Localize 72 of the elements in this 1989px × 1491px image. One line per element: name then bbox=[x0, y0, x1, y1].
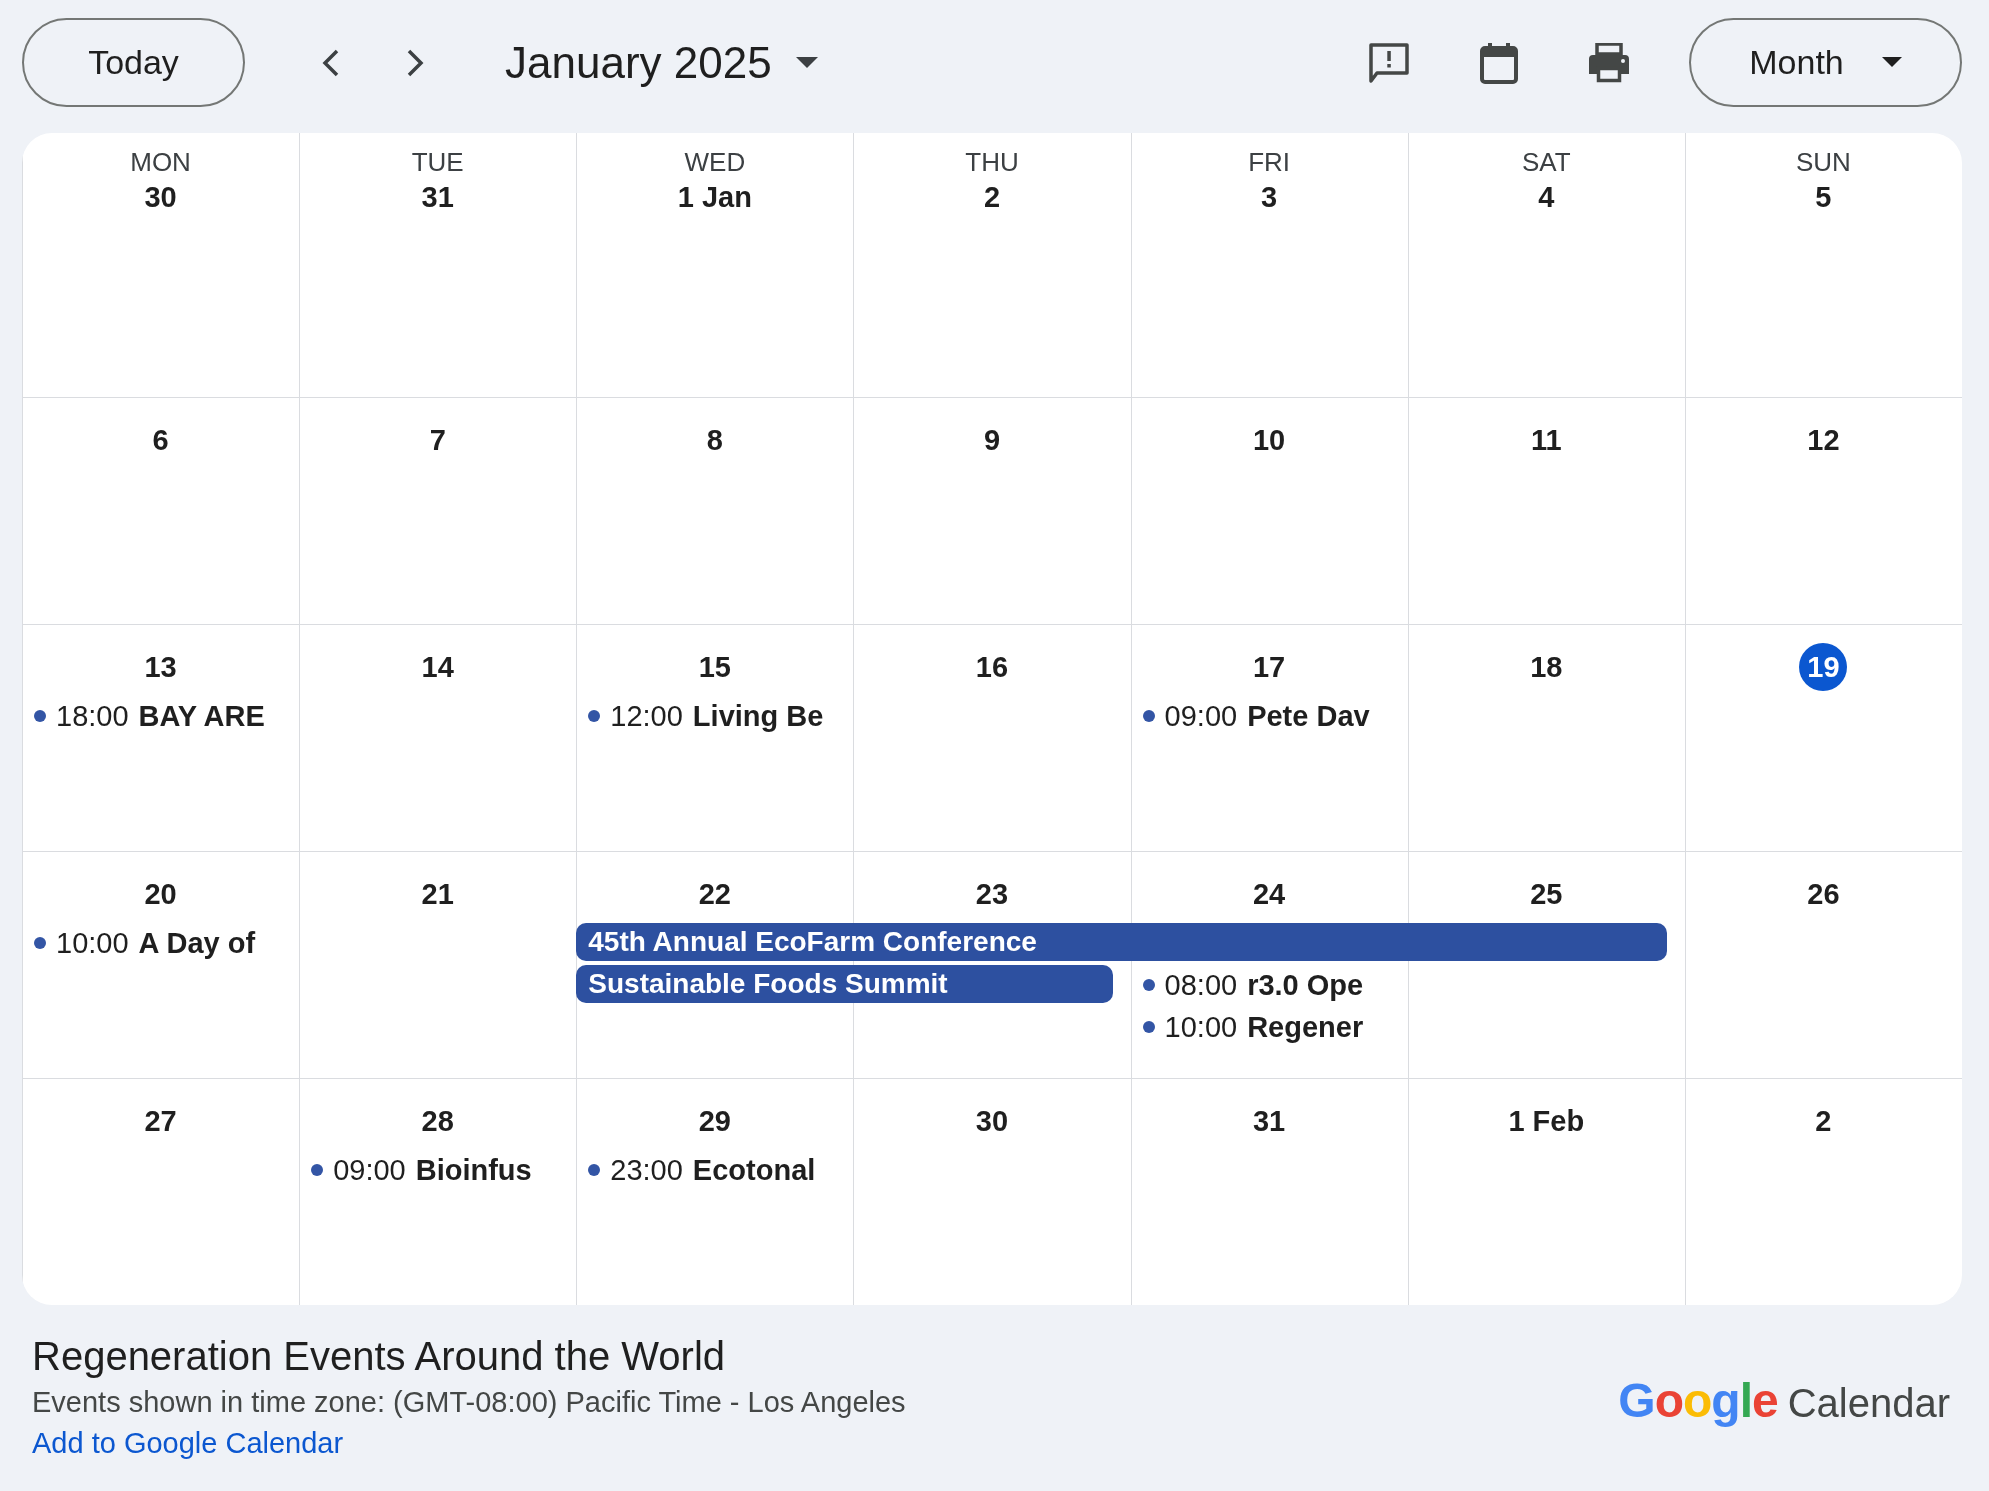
day-number[interactable]: 21 bbox=[413, 870, 462, 918]
day-number[interactable]: 15 bbox=[690, 643, 739, 691]
day-number[interactable]: 9 bbox=[968, 416, 1016, 464]
day-number[interactable]: 4 bbox=[1522, 179, 1571, 215]
day-number[interactable]: 12 bbox=[1799, 416, 1848, 464]
event-entry[interactable]: 23:00 Ecotonal bbox=[576, 1149, 854, 1191]
day-number[interactable]: 23 bbox=[968, 870, 1016, 918]
calendar-title: Regeneration Events Around the World bbox=[32, 1333, 726, 1380]
event-entry[interactable]: 10:00 A Day of bbox=[22, 922, 300, 964]
day-number[interactable]: 30 bbox=[136, 179, 185, 215]
month-picker[interactable]: January 2025 bbox=[505, 37, 818, 88]
event-dot-icon bbox=[34, 710, 46, 722]
event-entry[interactable]: 09:00 Bioinfus bbox=[299, 1149, 577, 1191]
event-dot-icon bbox=[1142, 979, 1155, 991]
event-dot-icon bbox=[588, 1164, 601, 1176]
timezone-note: Events shown in time zone: (GMT-08:00) Pacific Time - Los Angeles bbox=[32, 1385, 906, 1420]
event-dot-icon bbox=[34, 937, 46, 949]
event-dot-icon bbox=[588, 710, 601, 722]
day-number[interactable]: 2 bbox=[968, 179, 1016, 215]
event-entry[interactable]: 08:00 r3.0 Ope bbox=[1130, 964, 1408, 1006]
day-number[interactable]: 27 bbox=[136, 1097, 185, 1145]
day-number[interactable]: 8 bbox=[690, 416, 739, 464]
day-number[interactable]: 17 bbox=[1245, 643, 1294, 691]
day-number[interactable]: 7 bbox=[413, 416, 462, 464]
day-number[interactable]: 6 bbox=[136, 416, 185, 464]
event-entry[interactable]: 18:00 BAY ARE bbox=[22, 695, 300, 737]
event-dot-icon bbox=[311, 1164, 324, 1176]
weekday-label: SAT bbox=[1521, 146, 1571, 179]
event-dot-icon bbox=[1142, 710, 1155, 722]
weekday-label: MON bbox=[130, 146, 191, 179]
weekday-label: TUE bbox=[411, 146, 464, 179]
day-number[interactable]: 29 bbox=[690, 1097, 739, 1145]
day-number[interactable]: 1 Feb bbox=[1508, 1097, 1585, 1145]
caret-down-icon bbox=[795, 56, 818, 69]
printer-icon bbox=[1587, 42, 1631, 83]
day-number[interactable]: 14 bbox=[413, 643, 462, 691]
weekday-label: THU bbox=[965, 146, 1019, 179]
day-number[interactable]: 28 bbox=[413, 1097, 462, 1145]
caret-down-icon bbox=[1881, 57, 1902, 68]
feedback-icon bbox=[1367, 40, 1411, 85]
event-entry[interactable]: 10:00 Regener bbox=[1130, 1006, 1408, 1048]
event-entry[interactable]: 09:00 Pete Dav bbox=[1130, 695, 1408, 737]
day-number[interactable]: 13 bbox=[136, 643, 185, 691]
day-number[interactable]: 2 bbox=[1799, 1097, 1848, 1145]
day-number[interactable]: 1 Jan bbox=[677, 179, 752, 215]
view-dropdown[interactable]: Month bbox=[1689, 18, 1962, 107]
day-number[interactable]: 26 bbox=[1799, 870, 1848, 918]
event-bar[interactable]: 45th Annual EcoFarm Conference bbox=[576, 923, 1667, 961]
day-number[interactable]: 20 bbox=[136, 870, 185, 918]
google-calendar-logo[interactable]: Google Calendar bbox=[1618, 1373, 1950, 1428]
day-number[interactable]: 18 bbox=[1522, 643, 1571, 691]
calendar-icon bbox=[1479, 41, 1519, 84]
day-number[interactable]: 25 bbox=[1522, 870, 1571, 918]
weekday-label: SUN bbox=[1795, 146, 1851, 179]
day-number[interactable]: 31 bbox=[413, 179, 462, 215]
add-to-calendar-link[interactable]: Add to Google Calendar bbox=[32, 1423, 344, 1463]
day-number[interactable]: 30 bbox=[968, 1097, 1016, 1145]
day-number[interactable]: 16 bbox=[968, 643, 1016, 691]
day-number[interactable]: 5 bbox=[1799, 179, 1848, 215]
day-number[interactable]: 24 bbox=[1245, 870, 1294, 918]
day-number[interactable]: 31 bbox=[1245, 1097, 1294, 1145]
day-number[interactable]: 22 bbox=[690, 870, 739, 918]
event-dot-icon bbox=[1142, 1021, 1155, 1033]
day-number[interactable]: 3 bbox=[1245, 179, 1294, 215]
day-number[interactable]: 10 bbox=[1245, 416, 1294, 464]
weekday-label: WED bbox=[684, 146, 746, 179]
day-number[interactable]: 19 bbox=[1799, 643, 1848, 691]
event-bar[interactable]: Sustainable Foods Summit bbox=[576, 965, 1113, 1003]
weekday-label: FRI bbox=[1248, 146, 1291, 179]
today-button[interactable]: Today bbox=[22, 18, 245, 107]
event-entry[interactable]: 12:00 Living Be bbox=[576, 695, 854, 737]
day-number[interactable]: 11 bbox=[1522, 416, 1571, 464]
